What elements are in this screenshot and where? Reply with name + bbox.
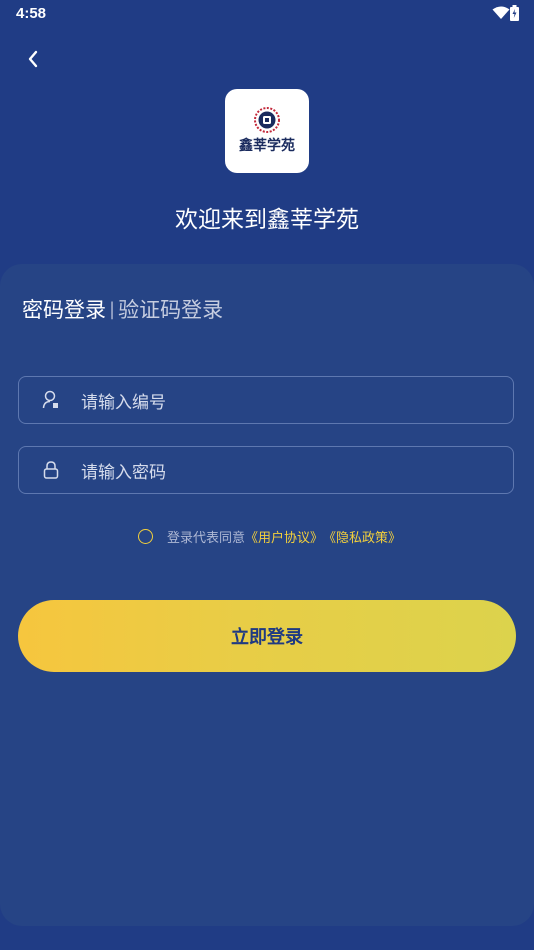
agreement-prefix: 登录代表同意	[167, 531, 246, 546]
tab-divider: |	[109, 298, 116, 320]
wifi-icon	[492, 6, 510, 19]
tab-code-login[interactable]: 验证码登录	[118, 294, 223, 324]
login-button[interactable]: 立即登录	[18, 600, 516, 672]
back-button[interactable]	[18, 44, 48, 74]
lock-icon	[41, 460, 61, 480]
password-placeholder: 请输入密码	[81, 462, 166, 483]
login-card	[0, 264, 534, 926]
agree-radio[interactable]	[138, 529, 153, 544]
logo-emblem-icon	[254, 107, 280, 133]
user-icon	[41, 390, 61, 410]
status-time: 4:58	[16, 5, 47, 22]
username-field[interactable]: 请输入编号	[18, 376, 514, 424]
app-logo: 鑫莘学苑	[225, 89, 309, 173]
logo-text: 鑫莘学苑	[239, 138, 295, 154]
status-bar: 4:58	[0, 0, 534, 28]
login-tabs: 密码登录 | 验证码登录	[22, 294, 223, 324]
username-placeholder: 请输入编号	[81, 392, 166, 413]
password-field[interactable]: 请输入密码	[18, 446, 514, 494]
tab-password-login[interactable]: 密码登录	[22, 294, 106, 324]
welcome-title: 欢迎来到鑫莘学苑	[175, 207, 359, 233]
chevron-left-icon	[28, 50, 38, 68]
user-agreement-link[interactable]: 《用户协议》	[245, 527, 323, 546]
privacy-policy-link[interactable]: 《隐私政策》	[323, 527, 401, 546]
battery-icon	[510, 5, 519, 21]
agreement-row: 登录代表同意 《用户协议》 《隐私政策》	[138, 527, 401, 546]
